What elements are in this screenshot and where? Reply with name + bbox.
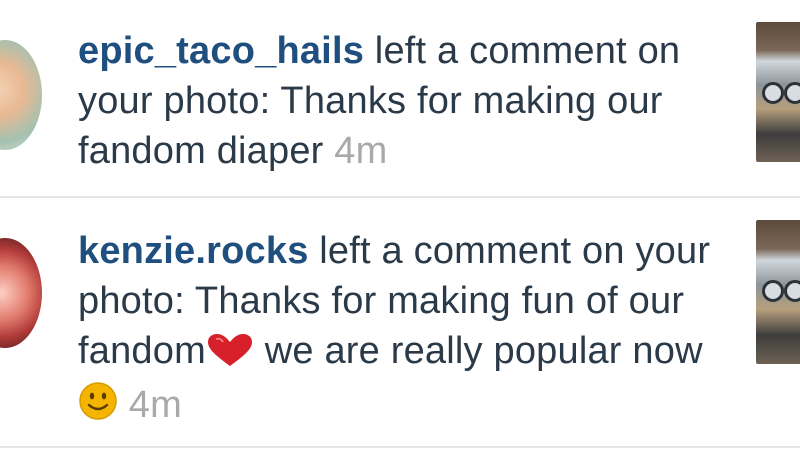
notification-text: kenzie.rocks left a comment on your phot…	[78, 226, 738, 434]
activity-feed: epic_taco_hails left a comment on your p…	[0, 0, 800, 450]
notification-item[interactable]: epic_taco_hails left a comment on your p…	[0, 0, 800, 197]
photo-thumbnail[interactable]	[756, 220, 800, 364]
timestamp: 4m	[128, 384, 182, 426]
smiley-icon	[78, 381, 118, 434]
username-link[interactable]: epic_taco_hails	[78, 30, 364, 72]
notification-text: epic_taco_hails left a comment on your p…	[78, 26, 738, 176]
timestamp: 4m	[334, 130, 388, 172]
heart-icon	[206, 330, 254, 380]
comment-text: we are really popular now	[253, 330, 703, 372]
avatar[interactable]	[0, 238, 42, 348]
divider	[0, 446, 800, 448]
photo-thumbnail[interactable]	[756, 22, 800, 162]
avatar[interactable]	[0, 40, 42, 150]
notification-item[interactable]: kenzie.rocks left a comment on your phot…	[0, 198, 800, 448]
username-link[interactable]: kenzie.rocks	[78, 230, 309, 272]
